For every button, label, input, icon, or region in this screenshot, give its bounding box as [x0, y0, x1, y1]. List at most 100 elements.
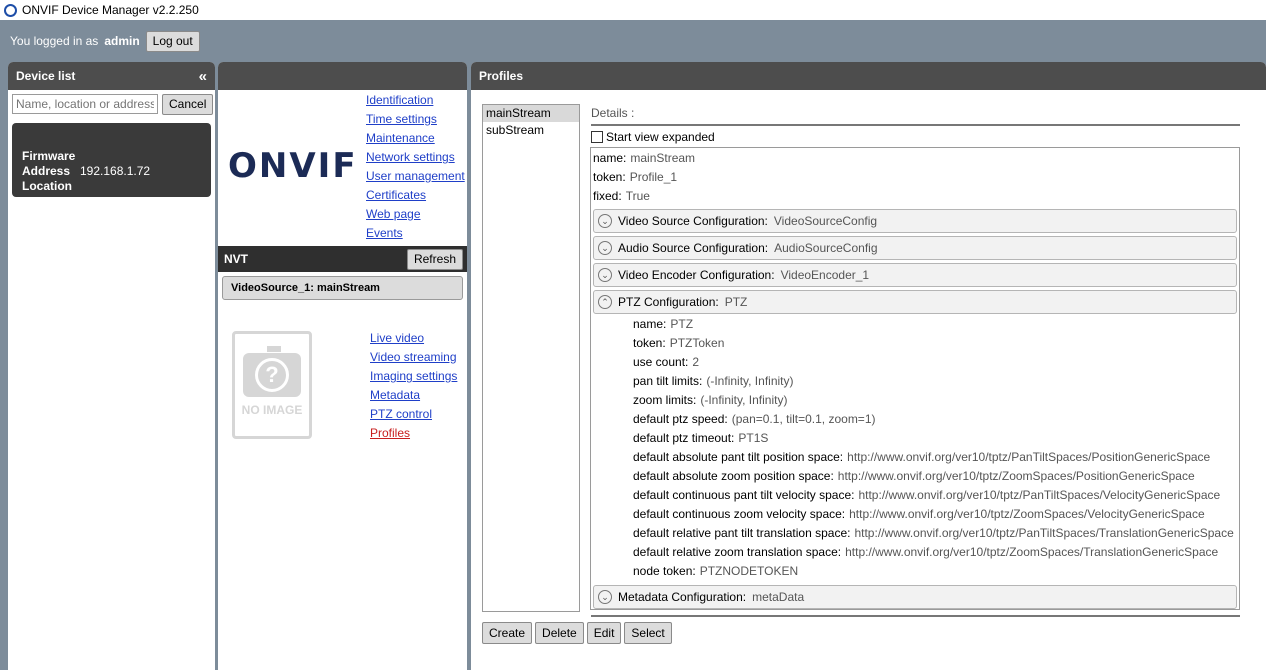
ptz-value: http://www.onvif.org/ver10/tptz/ZoomSpac… [849, 507, 1205, 521]
ptz-property: default relative zoom translation space:… [633, 543, 1237, 562]
link-ptz-control[interactable]: PTZ control [370, 406, 457, 422]
ptz-property: default ptz timeout: PT1S [633, 429, 1237, 448]
nvt-title: NVT [224, 252, 248, 266]
link-live-video[interactable]: Live video [370, 330, 457, 346]
chevron-down-icon[interactable]: ⌄ [598, 214, 612, 228]
ptz-value: http://www.onvif.org/ver10/tptz/ZoomSpac… [837, 469, 1195, 483]
profile-actions: Create Delete Edit Select [482, 622, 672, 644]
ptz-property: use count: 2 [633, 353, 1237, 372]
section-value: VideoSourceConfig [773, 214, 878, 228]
create-button[interactable]: Create [482, 622, 533, 644]
chevron-down-icon[interactable]: ⌄ [598, 268, 612, 282]
property-key: name: [593, 151, 627, 165]
profile-item-mainstream[interactable]: mainStream [483, 105, 579, 122]
ptz-key: zoom limits: [633, 393, 697, 407]
nvt-body: ? NO IMAGE Live video Video streaming Imag… [218, 304, 467, 504]
link-certificates[interactable]: Certificates [366, 187, 465, 203]
ptz-value: PTZToken [669, 336, 725, 350]
device-card[interactable]: Firmware Address 192.168.1.72 Location [12, 123, 211, 197]
ptz-property: token: PTZToken [633, 334, 1237, 353]
section-metadata-configuration[interactable]: ⌄ Metadata Configuration: metaData [593, 585, 1237, 609]
section-audio-source-configuration[interactable]: ⌄ Audio Source Configuration: AudioSourceC… [593, 236, 1237, 260]
link-web-page[interactable]: Web page [366, 206, 465, 222]
link-metadata[interactable]: Metadata [370, 387, 457, 403]
link-time-settings[interactable]: Time settings [366, 111, 465, 127]
start-expanded-checkbox[interactable] [591, 131, 603, 143]
nvt-links: Live video Video streaming Imaging setting… [370, 330, 457, 441]
property-value: mainStream [630, 151, 696, 165]
identity-area: ONVIF Identification Time settings Mainten… [218, 90, 467, 246]
property-key: fixed: [593, 189, 622, 203]
profiles-title: Profiles [479, 69, 524, 83]
section-ptz-configuration[interactable]: ⌃ PTZ Configuration: PTZ [593, 290, 1237, 314]
onvif-logo: ONVIF [228, 146, 358, 186]
top-bar: You logged in as admin Log out [0, 20, 1266, 62]
profile-list: mainStream subStream [482, 104, 580, 612]
device-address: 192.168.1.72 [80, 164, 151, 178]
start-expanded-label: Start view expanded [606, 130, 715, 144]
section-video-encoder-configuration[interactable]: ⌄ Video Encoder Configuration: VideoEncode… [593, 263, 1237, 287]
start-expanded-row[interactable]: Start view expanded [591, 130, 715, 144]
device-list-title: Device list [16, 69, 76, 83]
device-list-header: Device list « [8, 62, 215, 90]
section-value: VideoEncoder_1 [780, 268, 870, 282]
cancel-button[interactable]: Cancel [162, 94, 214, 115]
video-source-selector[interactable]: VideoSource_1: mainStream [222, 276, 463, 300]
address-label: Address [22, 164, 71, 178]
logout-button[interactable]: Log out [145, 30, 200, 52]
ptz-value: PT1S [738, 431, 769, 445]
chevron-up-icon[interactable]: ⌃ [598, 295, 612, 309]
ptz-key: default relative zoom translation space: [633, 545, 842, 559]
ptz-property: zoom limits: (-Infinity, Infinity) [633, 391, 1237, 410]
video-source-label: VideoSource_1: mainStream [231, 282, 380, 294]
link-imaging-settings[interactable]: Imaging settings [370, 368, 457, 384]
section-label: Metadata Configuration: [618, 590, 747, 604]
ptz-property: default absolute zoom position space: htt… [633, 467, 1237, 486]
ptz-property: default ptz speed: (pan=0.1, tilt=0.1, zo… [633, 410, 1237, 429]
device-panel: ONVIF Identification Time settings Mainten… [218, 62, 467, 670]
ptz-value: http://www.onvif.org/ver10/tptz/ZoomSpac… [845, 545, 1219, 559]
ptz-value: (pan=0.1, tilt=0.1, zoom=1) [731, 412, 876, 426]
property-key: token: [593, 170, 626, 184]
ptz-value: (-Infinity, Infinity) [700, 393, 788, 407]
section-label: Video Source Configuration: [618, 214, 768, 228]
link-identification[interactable]: Identification [366, 92, 465, 108]
ptz-value: http://www.onvif.org/ver10/tptz/PanTiltS… [858, 488, 1221, 502]
preview-placeholder: ? NO IMAGE [232, 331, 312, 439]
ptz-key: default continuous pant tilt velocity sp… [633, 488, 855, 502]
delete-button[interactable]: Delete [535, 622, 584, 644]
collapse-icon[interactable]: « [199, 68, 207, 85]
nvt-header: NVT Refresh [218, 246, 467, 272]
edit-button[interactable]: Edit [586, 622, 622, 644]
section-value: metaData [752, 590, 805, 604]
device-search-input[interactable] [12, 94, 158, 114]
section-video-source-configuration[interactable]: ⌄ Video Source Configuration: VideoSourceC… [593, 209, 1237, 233]
link-profiles[interactable]: Profiles [370, 425, 457, 441]
ptz-property: default continuous pant tilt velocity sp… [633, 486, 1237, 505]
ptz-key: default absolute pant tilt position spac… [633, 450, 844, 464]
link-network-settings[interactable]: Network settings [366, 149, 465, 165]
profile-property: fixed: True [593, 187, 1237, 206]
ptz-key: default relative pant tilt translation s… [633, 526, 851, 540]
details-label: Details : [591, 106, 635, 120]
link-maintenance[interactable]: Maintenance [366, 130, 465, 146]
ptz-key: default ptz timeout: [633, 431, 735, 445]
select-button[interactable]: Select [624, 622, 672, 644]
ptz-key: node token: [633, 564, 696, 578]
profile-item-substream[interactable]: subStream [483, 122, 579, 139]
ptz-key: use count: [633, 355, 689, 369]
chevron-down-icon[interactable]: ⌄ [598, 241, 612, 255]
property-value: True [625, 189, 650, 203]
app-title: ONVIF Device Manager v2.2.250 [22, 3, 199, 17]
ptz-key: token: [633, 336, 666, 350]
link-events[interactable]: Events [366, 225, 465, 241]
ptz-key: default ptz speed: [633, 412, 728, 426]
profile-details: name: mainStream token: Profile_1 fixed: True… [590, 147, 1240, 610]
chevron-down-icon[interactable]: ⌄ [598, 590, 612, 604]
ptz-value: http://www.onvif.org/ver10/tptz/PanTiltS… [854, 526, 1234, 540]
link-user-management[interactable]: User management [366, 168, 465, 184]
refresh-button[interactable]: Refresh [406, 248, 463, 270]
link-video-streaming[interactable]: Video streaming [370, 349, 457, 365]
ptz-property: default relative pant tilt translation s… [633, 524, 1237, 543]
profiles-header: Profiles [471, 62, 1266, 90]
